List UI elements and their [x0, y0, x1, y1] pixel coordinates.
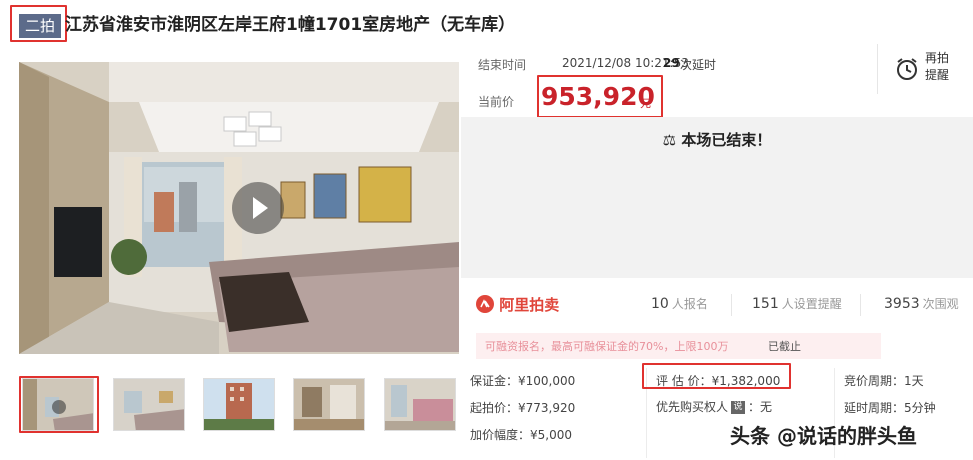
- title-row: 二拍 江苏省淮安市淮阴区左岸王府1幢1701室房地产（无车库）: [0, 0, 973, 50]
- priority-buyer: 优先购买权人说：无: [656, 398, 772, 415]
- views-value: 3953: [884, 296, 920, 312]
- gavel-icon: ⚖: [662, 131, 677, 149]
- main-photo[interactable]: [19, 62, 459, 354]
- delay-count: 29: [663, 56, 680, 70]
- signup-count: 10 人报名: [651, 295, 708, 312]
- delay-label: 次延时: [680, 58, 717, 72]
- brand-name: 阿里拍卖: [499, 296, 560, 314]
- delay-cycle: 延时周期：5分钟: [844, 401, 936, 415]
- priority-value: ：无: [748, 400, 773, 414]
- thumbnail-4[interactable]: [293, 378, 365, 431]
- priority-label: 优先购买权人: [656, 400, 729, 414]
- reminders-value: 151: [752, 296, 779, 312]
- reminder-count: 151 人设置提醒: [752, 295, 842, 312]
- reminders-unit: 人设置提醒: [781, 297, 842, 311]
- deposit: 保证金：¥100,000: [470, 374, 576, 388]
- remind-label: 再拍提醒: [925, 51, 950, 82]
- start-price: 起拍价：¥773,920: [470, 401, 576, 415]
- divider: [731, 294, 732, 316]
- auction-ended-message: ⚖ 本场已结束！: [461, 129, 973, 150]
- auction-ended-panel: ⚖ 本场已结束！: [461, 117, 973, 278]
- signups-value: 10: [651, 296, 669, 312]
- bid-increment: 加价幅度：¥5,000: [470, 428, 572, 442]
- ended-text: 本场已结束！: [681, 131, 772, 149]
- thumbnail-5[interactable]: [384, 378, 456, 431]
- highlight-box-appraisal: [642, 363, 791, 389]
- highlight-box-price: [537, 75, 663, 118]
- alarm-clock-icon: [897, 58, 917, 80]
- financing-notice-text: 可融资报名，最高可融保证金的70%，上限100万: [485, 340, 729, 353]
- financing-notice[interactable]: 可融资报名，最高可融保证金的70%，上限100万 已截止: [476, 333, 881, 359]
- page-title: 江苏省淮安市淮阴区左岸王府1幢1701室房地产（无车库）: [65, 15, 516, 35]
- thumbnail-2[interactable]: [113, 378, 185, 431]
- divider: [860, 294, 861, 316]
- info-tag-icon[interactable]: 说: [731, 401, 746, 414]
- thumbnail-3[interactable]: [203, 378, 275, 431]
- view-count: 3953 次围观: [884, 295, 959, 312]
- views-unit: 次围观: [922, 297, 959, 311]
- end-time-label: 结束时间: [478, 58, 527, 72]
- financing-status: 已截止: [768, 340, 801, 353]
- video-play-button[interactable]: [232, 182, 284, 234]
- highlight-box-tag: [10, 5, 67, 42]
- ali-auction-icon: [476, 295, 494, 313]
- remind-button[interactable]: 再拍提醒: [877, 44, 967, 94]
- current-price-label: 当前价: [478, 95, 515, 109]
- highlight-box-thumbnail: [19, 376, 99, 433]
- ali-auction-logo: 阿里拍卖: [476, 294, 559, 315]
- bid-cycle: 竞价周期：1天: [844, 374, 924, 388]
- watermark: 头条 @说话的胖头鱼: [730, 424, 917, 448]
- signups-unit: 人报名: [671, 297, 708, 311]
